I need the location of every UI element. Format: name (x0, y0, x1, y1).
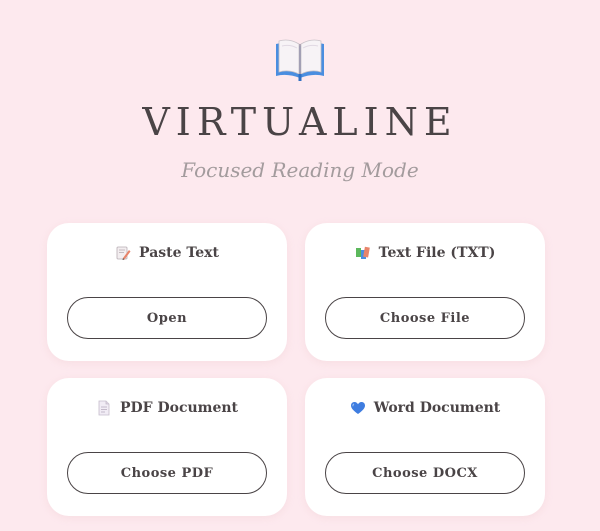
choose-file-button[interactable]: Choose File (325, 297, 525, 339)
open-book-icon (276, 39, 324, 81)
hero (0, 36, 600, 86)
card-title: Word Document (373, 400, 501, 416)
card-paste-text: Paste Text Open (47, 223, 287, 361)
card-title: Paste Text (139, 245, 219, 261)
card-title: PDF Document (119, 400, 239, 416)
choose-pdf-button[interactable]: Choose PDF (67, 452, 267, 494)
card-header: Paste Text (47, 245, 287, 261)
app-title: VIRTUALINE (142, 100, 458, 144)
card-pdf-document: PDF Document Choose PDF (47, 378, 287, 516)
memo-pencil-icon (116, 246, 131, 260)
blue-heart-icon (350, 402, 365, 414)
card-text-file: Text File (TXT) Choose File (305, 223, 545, 361)
choose-docx-button[interactable]: Choose DOCX (325, 452, 525, 494)
card-word-document: Word Document Choose DOCX (305, 378, 545, 516)
card-header: PDF Document (47, 400, 287, 416)
app-subtitle: Focused Reading Mode (181, 158, 419, 182)
card-title: Text File (TXT) (378, 245, 496, 261)
open-paste-text-button[interactable]: Open (67, 297, 267, 339)
card-header: Word Document (305, 400, 545, 416)
card-header: Text File (TXT) (305, 245, 545, 261)
page-icon (98, 400, 110, 416)
app-root: VIRTUALINE Focused Reading Mode Paste Te… (0, 0, 600, 531)
books-icon (355, 246, 370, 259)
